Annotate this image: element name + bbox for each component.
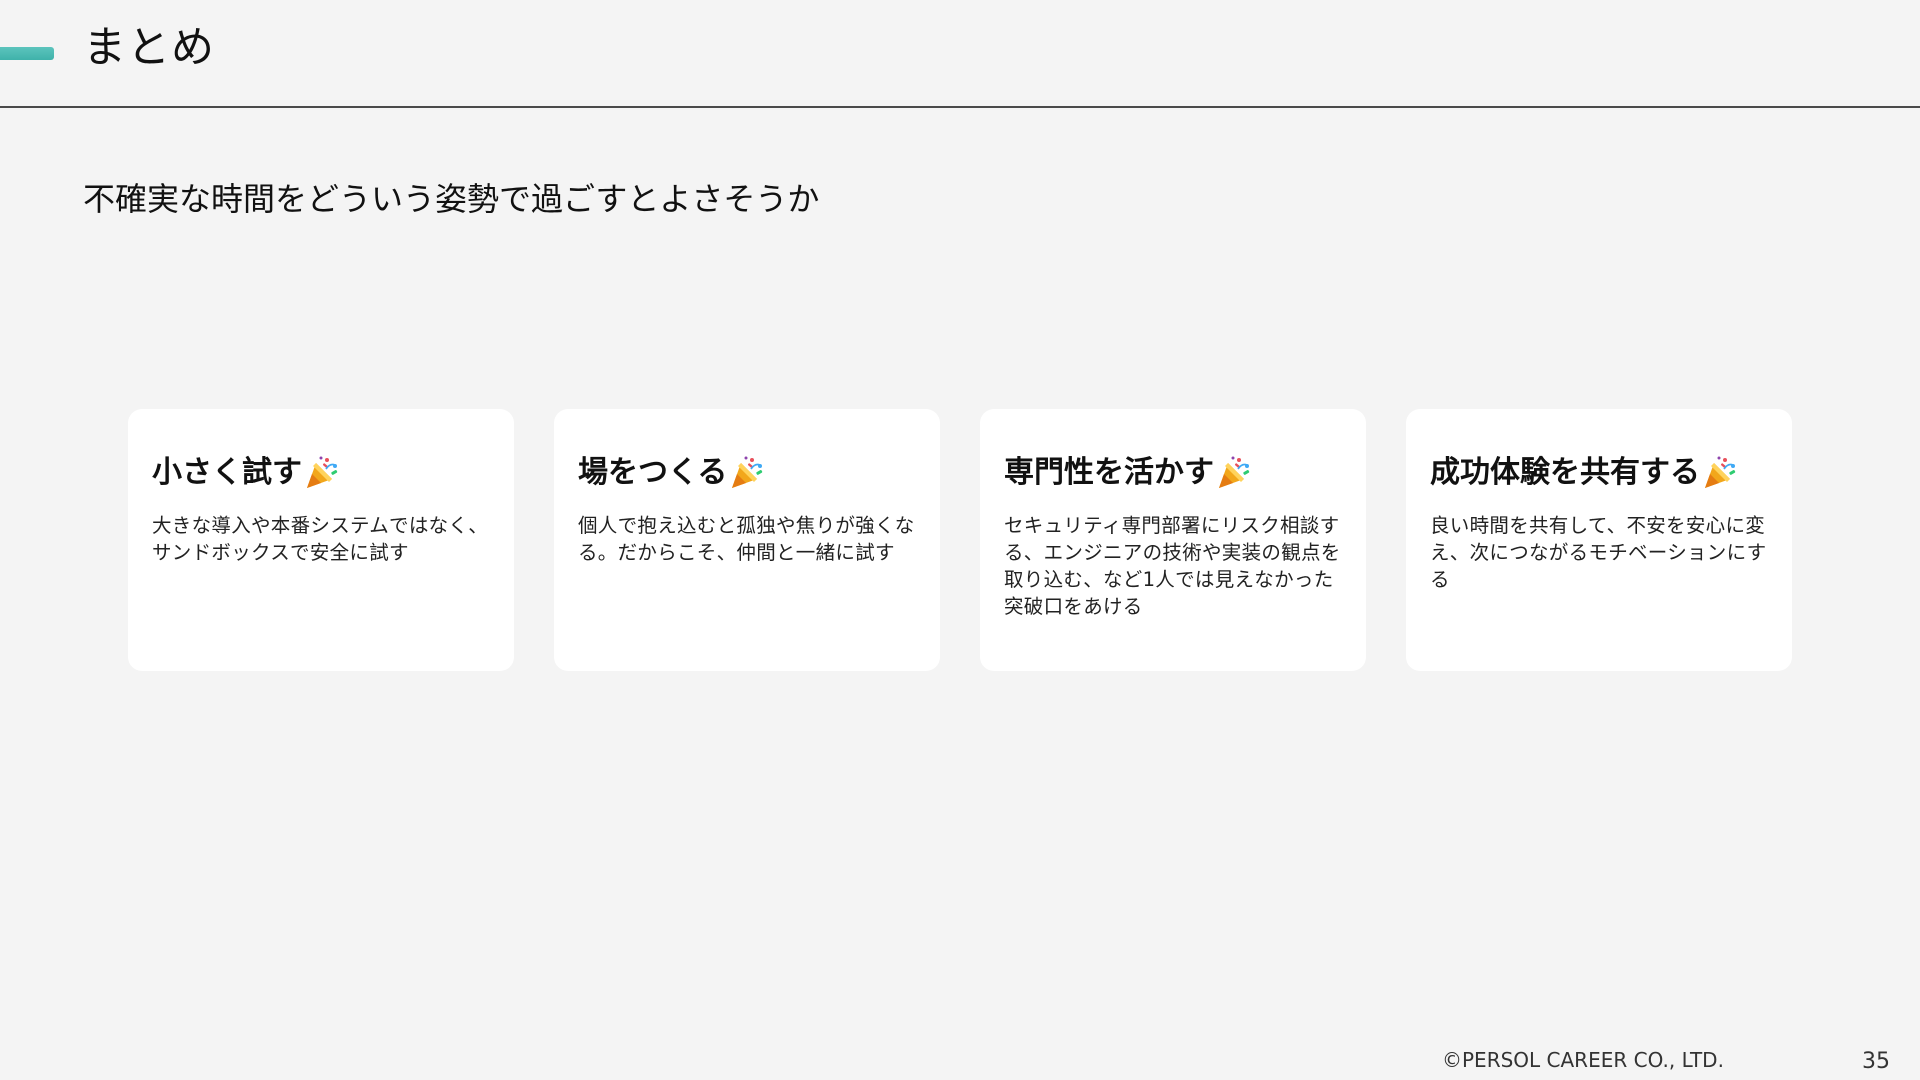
title-accent-bar bbox=[0, 47, 54, 60]
card-title-container: 成功体験を共有する bbox=[1430, 454, 1770, 492]
card-title: 小さく試す bbox=[152, 455, 302, 490]
party-popper-icon bbox=[729, 455, 765, 491]
party-popper-icon bbox=[304, 455, 340, 491]
copyright-notice: ©PERSOL CAREER CO., LTD. bbox=[1442, 1048, 1724, 1072]
page-number: 35 bbox=[1862, 1049, 1890, 1074]
card-title-container: 小さく試す bbox=[152, 454, 492, 492]
card-title-container: 場をつくる bbox=[578, 454, 918, 492]
card-share-success: 成功体験を共有する 良い時間を共有して、不安を安心に変え、次につながるモチベーシ… bbox=[1406, 409, 1792, 671]
party-popper-icon bbox=[1702, 455, 1738, 491]
card-body: セキュリティ専門部署にリスク相談する、エンジニアの技術や実装の観点を取り込む、な… bbox=[1004, 514, 1341, 618]
card-title-container: 専門性を活かす bbox=[1004, 454, 1344, 492]
card-title: 場をつくる bbox=[578, 455, 728, 490]
card-body: 個人で抱え込むと孤独や焦りが強くなる。だからこそ、仲間と一緒に試す bbox=[578, 514, 915, 564]
slide-subtitle: 不確実な時間をどういう姿勢で過ごすとよさそうか bbox=[83, 180, 820, 218]
card-use-expertise: 専門性を活かす セキュリティ専門部署にリスク相談する、エンジニアの技術や実装の観… bbox=[980, 409, 1366, 671]
header-divider bbox=[0, 106, 1920, 108]
card-body: 良い時間を共有して、不安を安心に変え、次につながるモチベーションにする bbox=[1430, 514, 1767, 591]
card-title: 成功体験を共有する bbox=[1430, 455, 1700, 490]
party-popper-icon bbox=[1216, 455, 1252, 491]
card-body: 大きな導入や本番システムではなく、サンドボックスで安全に試す bbox=[152, 514, 489, 564]
card-row: 小さく試す 大きな導入や本番システムではなく、サンドボックスで安全に試す 場をつ… bbox=[128, 409, 1792, 671]
card-try-small: 小さく試す 大きな導入や本番システムではなく、サンドボックスで安全に試す bbox=[128, 409, 514, 671]
card-make-place: 場をつくる 個人で抱え込むと孤独や焦りが強くなる。だからこそ、仲間と一緒に試す bbox=[554, 409, 940, 671]
slide-title: まとめ bbox=[83, 23, 215, 73]
card-title: 専門性を活かす bbox=[1004, 455, 1214, 490]
